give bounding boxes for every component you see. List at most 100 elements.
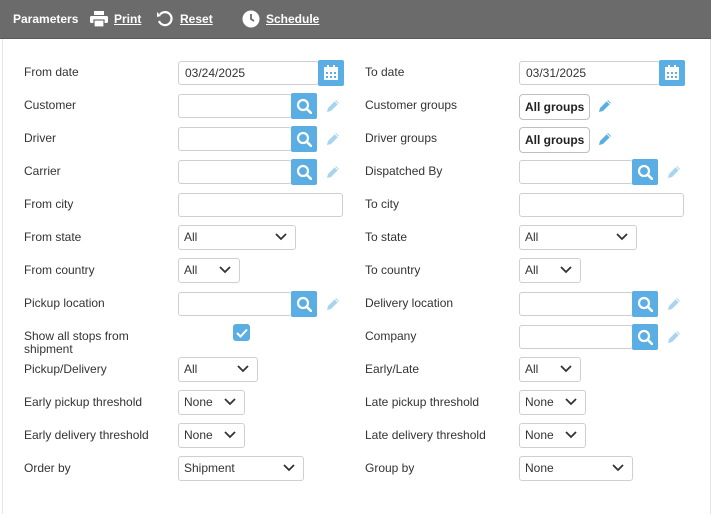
search-icon <box>296 131 312 147</box>
pickup-location-edit-button[interactable] <box>323 294 343 314</box>
chevron-down-icon <box>616 233 628 240</box>
check-icon <box>235 328 248 338</box>
customer-search-button[interactable] <box>291 93 317 119</box>
to-country-select[interactable]: All <box>519 258 581 283</box>
dispatched-by-edit-button[interactable] <box>664 162 684 182</box>
customer-groups-edit-button[interactable] <box>595 96 615 116</box>
company-edit-button[interactable] <box>664 327 684 347</box>
early-pickup-threshold-select[interactable]: None <box>178 390 245 415</box>
search-icon <box>296 164 312 180</box>
driver-edit-button[interactable] <box>323 129 343 149</box>
from-date-calendar-button[interactable] <box>318 60 344 86</box>
parameters-title: Parameters <box>13 12 79 26</box>
from-city-input[interactable] <box>178 193 343 217</box>
reset-label: Reset <box>180 12 213 26</box>
chevron-down-icon <box>560 266 572 273</box>
early-pickup-threshold-label: Early pickup threshold <box>24 395 143 409</box>
chevron-down-icon <box>612 464 624 471</box>
pencil-icon <box>667 297 681 311</box>
driver-search-button[interactable] <box>291 126 317 152</box>
pickup-location-input[interactable] <box>178 292 292 316</box>
show-all-stops-checkbox[interactable] <box>233 324 250 341</box>
chevron-down-icon <box>237 365 249 372</box>
pencil-icon <box>598 99 612 113</box>
to-date-input[interactable]: 03/31/2025 <box>519 61 660 85</box>
pickup-location-search-button[interactable] <box>291 291 317 317</box>
search-icon <box>637 329 653 345</box>
driver-groups-button[interactable]: All groups <box>519 127 591 153</box>
chevron-down-icon <box>560 365 572 372</box>
pickup-location-label: Pickup location <box>24 296 105 310</box>
driver-groups-label: Driver groups <box>365 131 438 145</box>
driver-input[interactable] <box>178 127 292 151</box>
search-icon <box>296 98 312 114</box>
carrier-search-button[interactable] <box>291 159 317 185</box>
late-pickup-threshold-select[interactable]: None <box>519 390 586 415</box>
carrier-label: Carrier <box>24 164 61 178</box>
early-delivery-threshold-label: Early delivery threshold <box>24 428 149 442</box>
group-by-value: None <box>525 461 554 475</box>
calendar-icon <box>665 65 679 80</box>
to-date-calendar-button[interactable] <box>659 60 685 86</box>
customer-label: Customer <box>24 98 77 112</box>
to-state-select[interactable]: All <box>519 225 637 250</box>
group-by-label: Group by <box>365 461 415 475</box>
company-label: Company <box>365 329 417 343</box>
dispatched-by-input[interactable] <box>519 160 633 184</box>
to-date-label: To date <box>365 65 405 79</box>
pencil-icon <box>667 330 681 344</box>
reset-button[interactable]: Reset <box>156 0 213 38</box>
pencil-icon <box>326 297 340 311</box>
early-pickup-threshold-value: None <box>184 395 213 409</box>
to-country-value: All <box>525 263 539 277</box>
clock-icon <box>242 10 260 28</box>
pencil-icon <box>598 132 612 146</box>
pickup-delivery-select[interactable]: All <box>178 357 258 382</box>
chevron-down-icon <box>224 431 236 438</box>
customer-edit-button[interactable] <box>323 96 343 116</box>
order-by-value: Shipment <box>184 461 235 475</box>
from-state-select[interactable]: All <box>178 225 296 250</box>
print-button[interactable]: Print <box>90 0 141 38</box>
dispatched-by-label: Dispatched By <box>365 164 443 178</box>
pencil-icon <box>326 165 340 179</box>
delivery-location-search-button[interactable] <box>632 291 658 317</box>
late-pickup-threshold-label: Late pickup threshold <box>365 395 480 409</box>
company-search-button[interactable] <box>632 324 658 350</box>
early-late-select[interactable]: All <box>519 357 581 382</box>
driver-groups-edit-button[interactable] <box>595 129 615 149</box>
customer-input[interactable] <box>178 94 292 118</box>
order-by-select[interactable]: Shipment <box>178 456 304 481</box>
late-delivery-threshold-label: Late delivery threshold <box>365 428 486 442</box>
search-icon <box>296 296 312 312</box>
carrier-input[interactable] <box>178 160 292 184</box>
from-state-value: All <box>184 230 198 244</box>
schedule-label: Schedule <box>266 12 320 26</box>
delivery-location-label: Delivery location <box>365 296 454 310</box>
search-icon <box>637 164 653 180</box>
customer-groups-button[interactable]: All groups <box>519 94 591 120</box>
chevron-down-icon <box>565 398 577 405</box>
chevron-down-icon <box>565 431 577 438</box>
group-by-select[interactable]: None <box>519 456 633 481</box>
pickup-delivery-value: All <box>184 362 198 376</box>
to-city-label: To city <box>365 197 400 211</box>
early-delivery-threshold-select[interactable]: None <box>178 423 245 448</box>
to-state-label: To state <box>365 230 408 244</box>
schedule-button[interactable]: Schedule <box>242 0 319 38</box>
early-delivery-threshold-value: None <box>184 428 213 442</box>
toolbar: Parameters Print Reset Schedule <box>0 0 711 39</box>
delivery-location-edit-button[interactable] <box>664 294 684 314</box>
chevron-down-icon <box>275 233 287 240</box>
late-delivery-threshold-select[interactable]: None <box>519 423 586 448</box>
from-date-input[interactable]: 03/24/2025 <box>178 61 319 85</box>
pencil-icon <box>326 132 340 146</box>
carrier-edit-button[interactable] <box>323 162 343 182</box>
order-by-label: Order by <box>24 461 71 475</box>
from-country-select[interactable]: All <box>178 258 240 283</box>
company-input[interactable] <box>519 325 633 349</box>
delivery-location-input[interactable] <box>519 292 633 316</box>
to-city-input[interactable] <box>519 193 684 217</box>
late-delivery-threshold-value: None <box>525 428 554 442</box>
dispatched-by-search-button[interactable] <box>632 159 658 185</box>
